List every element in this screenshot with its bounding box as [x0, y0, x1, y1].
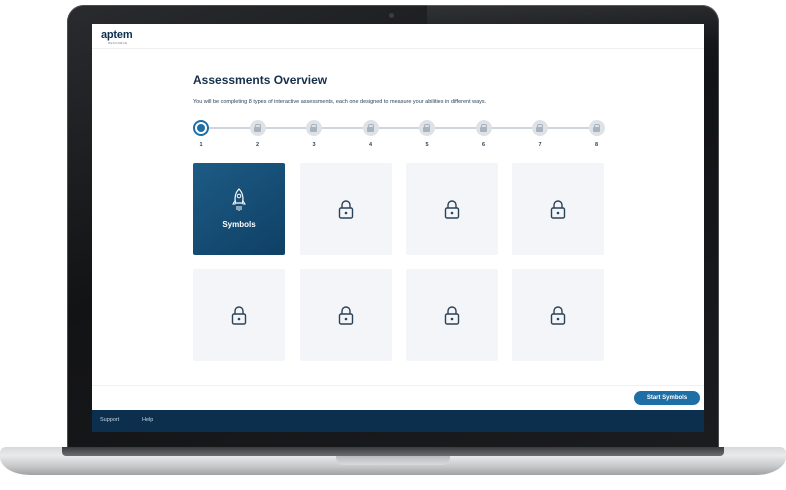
stepper-number: 3 [312, 142, 316, 148]
lock-icon [337, 199, 355, 219]
trackpad-notch [336, 456, 450, 465]
keyboard-strip [62, 447, 724, 456]
brand-logo-subtitle: RESOURCE [108, 41, 128, 45]
webcam [389, 13, 394, 18]
stepper-number: 4 [368, 142, 373, 148]
lock-icon [230, 305, 248, 325]
assessment-card-locked [512, 163, 604, 255]
assessment-card-label: Symbols [222, 220, 256, 229]
lock-icon [443, 305, 461, 325]
action-bar: Start Symbols [92, 385, 704, 410]
stepper-connector [491, 127, 532, 129]
stepper-number: 7 [538, 142, 542, 148]
page-subtitle: You will be completing 8 types of intera… [193, 99, 487, 105]
stepper-connector [378, 127, 419, 129]
stepper-node-locked-icon [588, 120, 605, 136]
stepper-node-current[interactable] [193, 120, 209, 136]
brand-logo[interactable]: aptem [101, 29, 133, 41]
assessment-card-locked [406, 269, 498, 361]
stepper-node-locked-icon [419, 120, 435, 136]
app-screen: aptem RESOURCE Assessments Overview You … [92, 24, 704, 432]
stepper-number: 6 [481, 142, 486, 148]
stepper-connector [548, 127, 589, 129]
stepper-node-locked-icon [362, 120, 379, 136]
stepper-number: 2 [255, 142, 260, 148]
assessment-stepper: 1 2 3 4 5 6 7 8 [193, 120, 613, 152]
page-title: Assessments Overview [193, 73, 328, 87]
stepper-connector [265, 127, 306, 129]
stepper-node-locked-icon [532, 120, 548, 136]
stepper-connector [209, 127, 250, 129]
stepper-node-locked-icon [306, 120, 322, 136]
lock-icon [549, 199, 567, 219]
stepper-node-locked-icon [249, 120, 266, 136]
lock-icon [549, 305, 567, 325]
app-header: aptem RESOURCE [92, 24, 704, 49]
assessment-card-locked [512, 269, 604, 361]
stepper-number: 5 [425, 142, 429, 148]
start-symbols-button[interactable]: Start Symbols [634, 391, 700, 405]
footer: Support Help [92, 410, 704, 432]
stepper-number: 1 [199, 142, 203, 148]
lock-icon [443, 199, 461, 219]
lock-icon [337, 305, 355, 325]
footer-link-support[interactable]: Support [100, 417, 119, 423]
rocket-icon [230, 188, 248, 214]
stepper-connector [435, 127, 476, 129]
footer-link-help[interactable]: Help [142, 417, 153, 423]
assessment-card-locked [193, 269, 285, 361]
stepper-connector [322, 127, 363, 129]
assessment-card-locked [300, 163, 392, 255]
assessment-card-symbols[interactable]: Symbols [193, 163, 285, 255]
stepper-node-locked-icon [475, 120, 492, 136]
assessment-card-locked [300, 269, 392, 361]
stepper-number: 8 [594, 142, 599, 148]
assessment-card-locked [406, 163, 498, 255]
